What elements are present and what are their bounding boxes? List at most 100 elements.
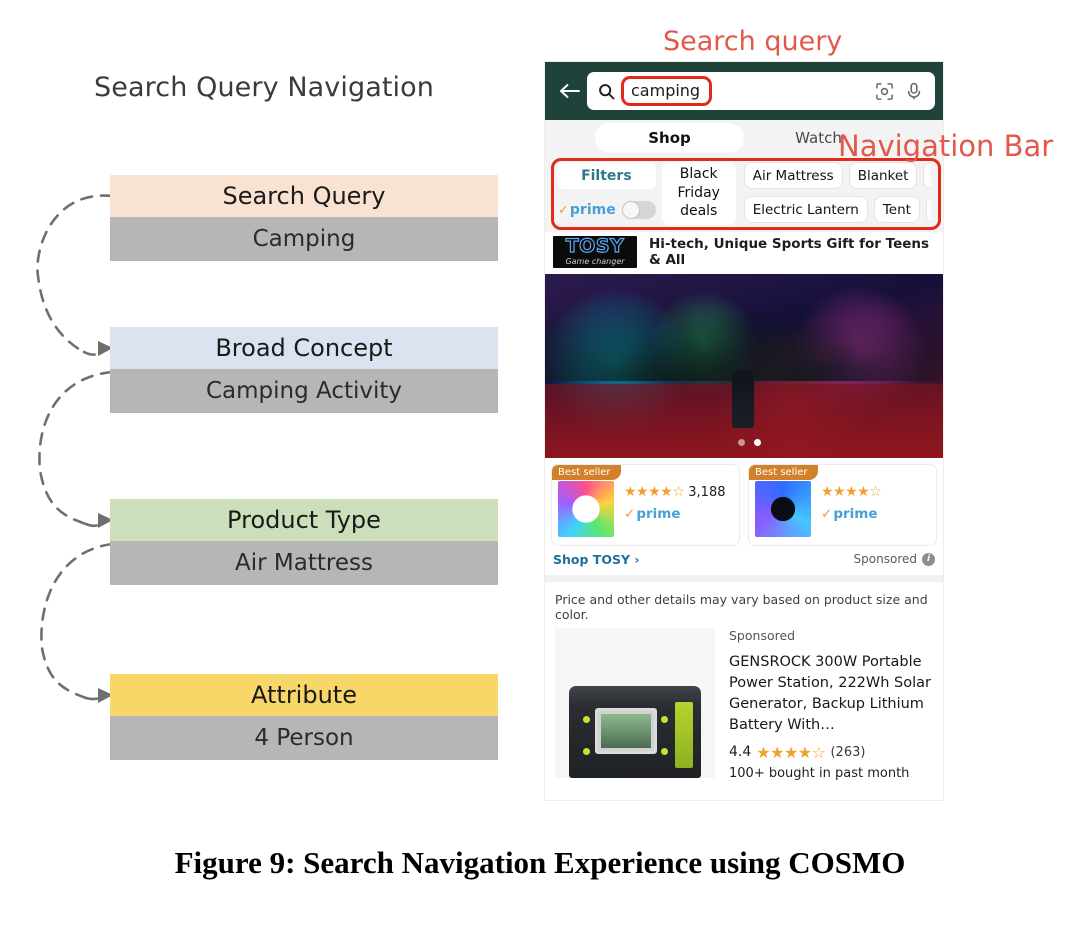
filters-column: Filters ✓ prime bbox=[557, 162, 656, 219]
star-rating-icon: ★★★★☆ bbox=[756, 742, 826, 762]
carousel-dot-active[interactable] bbox=[753, 438, 761, 446]
result-sponsored-label: Sponsored bbox=[729, 627, 796, 643]
search-result-item[interactable]: Sponsored GENSROCK 300W Portable Power S… bbox=[545, 627, 943, 781]
chip-air-mattress[interactable]: Air Mattress bbox=[743, 162, 843, 189]
concept-box-product-type: Product Type Air Mattress bbox=[110, 499, 498, 585]
chip-camping-truncated[interactable]: Campi bbox=[925, 196, 931, 223]
result-details: Sponsored GENSROCK 300W Portable Power S… bbox=[715, 628, 933, 781]
tosy-logo-tagline: Game changer bbox=[565, 257, 625, 267]
arrow-path-3-b bbox=[84, 693, 114, 701]
concept-box-broad-concept: Broad Concept Camping Activity bbox=[110, 327, 498, 413]
prime-label: prime bbox=[833, 505, 878, 522]
concept-box-value: Camping Activity bbox=[110, 369, 498, 413]
brand-product-cards: Best seller ★★★★☆ 3,188 ✓prime Best selle… bbox=[545, 457, 943, 546]
result-rating-value: 4.4 bbox=[729, 744, 752, 761]
prime-check-icon: ✓ bbox=[558, 202, 569, 218]
filters-button[interactable]: Filters bbox=[557, 162, 656, 189]
product-thumbnail bbox=[558, 480, 614, 537]
product-thumbnail bbox=[755, 480, 811, 537]
prime-label: prime bbox=[569, 202, 616, 218]
brand-hero-image[interactable] bbox=[545, 273, 943, 458]
camera-lens-icon[interactable] bbox=[871, 78, 897, 104]
search-header: camping bbox=[545, 62, 943, 120]
prime-toggle-switch[interactable] bbox=[621, 201, 656, 219]
figure-container: Search Query Navigation Search Query Cam… bbox=[0, 0, 1080, 944]
rating-count: 3,188 bbox=[688, 484, 726, 500]
star-rating-icon: ★★★★☆ bbox=[624, 483, 685, 500]
result-purchase-count: 100+ bought in past month bbox=[729, 765, 910, 781]
back-arrow-icon[interactable] bbox=[553, 74, 587, 108]
product-card[interactable]: Best seller ★★★★☆ ✓prime bbox=[748, 463, 937, 546]
search-icon bbox=[595, 83, 617, 100]
price-disclaimer: Price and other details may vary based o… bbox=[555, 591, 928, 622]
concept-box-search-query: Search Query Camping bbox=[110, 175, 498, 261]
brand-strip-footer: Shop TOSY › Sponsored i bbox=[545, 546, 943, 575]
concept-box-label: Broad Concept bbox=[110, 327, 498, 369]
diagram-title: Search Query Navigation bbox=[94, 72, 434, 103]
best-seller-badge: Best seller bbox=[552, 464, 621, 480]
arrow-path-2-b bbox=[84, 518, 114, 528]
microphone-icon[interactable] bbox=[901, 78, 927, 104]
product-rating-row: ★★★★☆ 3,188 bbox=[624, 481, 725, 500]
figure-caption: Figure 9: Search Navigation Experience u… bbox=[174, 845, 906, 880]
search-query-value[interactable]: camping bbox=[621, 75, 713, 107]
result-title[interactable]: GENSROCK 300W Portable Power Station, 22… bbox=[729, 652, 933, 736]
product-rating-row: ★★★★☆ bbox=[821, 481, 885, 500]
chip-row: Electric Lantern Tent Campi bbox=[743, 196, 931, 223]
navigation-bar: Filters ✓ prime Black Friday deals Air M… bbox=[545, 156, 943, 232]
carousel-dot[interactable] bbox=[738, 438, 746, 446]
chip-chair[interactable]: Chair bbox=[923, 162, 931, 189]
sponsored-brand-banner[interactable]: TOSY Game changer Hi-tech, Unique Sports… bbox=[545, 231, 943, 274]
arrow-path-1-a bbox=[36, 194, 114, 354]
tosy-logo-wordmark: TOSY bbox=[565, 235, 625, 258]
star-rating-icon: ★★★★☆ bbox=[821, 483, 882, 500]
chip-tent[interactable]: Tent bbox=[873, 196, 920, 223]
hero-trees-layer bbox=[545, 273, 943, 381]
tosy-logo: TOSY Game changer bbox=[553, 235, 637, 268]
result-rating-count: (263) bbox=[830, 744, 866, 760]
search-input[interactable]: camping bbox=[587, 72, 935, 110]
hero-person-silhouette bbox=[732, 370, 755, 429]
info-icon[interactable]: i bbox=[922, 552, 935, 566]
concept-box-value: Air Mattress bbox=[110, 541, 498, 585]
prime-filter-toggle-row[interactable]: ✓ prime bbox=[557, 201, 656, 219]
prime-check-icon: ✓ bbox=[821, 505, 833, 522]
chip-electric-lantern[interactable]: Electric Lantern bbox=[743, 196, 868, 223]
product-info: ★★★★☆ ✓prime bbox=[821, 481, 885, 522]
concept-box-value: 4 Person bbox=[110, 716, 498, 760]
section-divider bbox=[545, 574, 943, 582]
best-seller-badge: Best seller bbox=[749, 464, 818, 480]
arrow-path-1-b bbox=[82, 346, 114, 356]
refinement-chips: Air Mattress Blanket Chair Electric Lant… bbox=[743, 162, 931, 223]
product-info: ★★★★☆ 3,188 ✓prime bbox=[624, 481, 725, 522]
concept-box-label: Search Query bbox=[110, 175, 498, 217]
shop-tosy-link[interactable]: Shop TOSY › bbox=[553, 552, 640, 567]
power-station-led bbox=[583, 747, 590, 755]
concept-box-attribute: Attribute 4 Person bbox=[110, 674, 498, 760]
prime-check-icon: ✓ bbox=[624, 505, 636, 522]
result-rating-row[interactable]: 4.4 ★★★★☆ (263) bbox=[729, 743, 933, 762]
annotation-navigation-bar: Navigation Bar bbox=[838, 129, 1054, 163]
prime-badge: ✓prime bbox=[821, 506, 885, 522]
sponsored-label: Sponsored i bbox=[854, 552, 935, 566]
prime-badge: ✓prime bbox=[624, 506, 725, 522]
concept-box-label: Product Type bbox=[110, 499, 498, 541]
tab-shop[interactable]: Shop bbox=[595, 123, 744, 153]
annotation-search-query: Search query bbox=[663, 26, 843, 57]
product-card[interactable]: Best seller ★★★★☆ 3,188 ✓prime bbox=[551, 463, 740, 546]
power-station-image bbox=[569, 685, 701, 778]
chip-blanket[interactable]: Blanket bbox=[848, 162, 918, 189]
black-friday-deals-chip[interactable]: Black Friday deals bbox=[661, 162, 736, 225]
arrow-path-2-a bbox=[38, 370, 114, 526]
power-station-led bbox=[661, 747, 668, 755]
result-thumbnail[interactable] bbox=[555, 627, 715, 778]
power-station-display bbox=[595, 707, 657, 754]
search-query-navigation-diagram: Search Query Navigation Search Query Cam… bbox=[0, 0, 528, 810]
concept-box-value: Camping bbox=[110, 217, 498, 261]
arrow-path-3-a bbox=[40, 542, 114, 700]
power-station-led bbox=[583, 715, 590, 723]
concept-box-label: Attribute bbox=[110, 674, 498, 716]
mobile-app-screenshot: camping Shop Watch Filters ✓ prime Black… bbox=[545, 62, 943, 800]
power-station-side-panel bbox=[675, 701, 693, 768]
power-station-led bbox=[661, 715, 668, 723]
